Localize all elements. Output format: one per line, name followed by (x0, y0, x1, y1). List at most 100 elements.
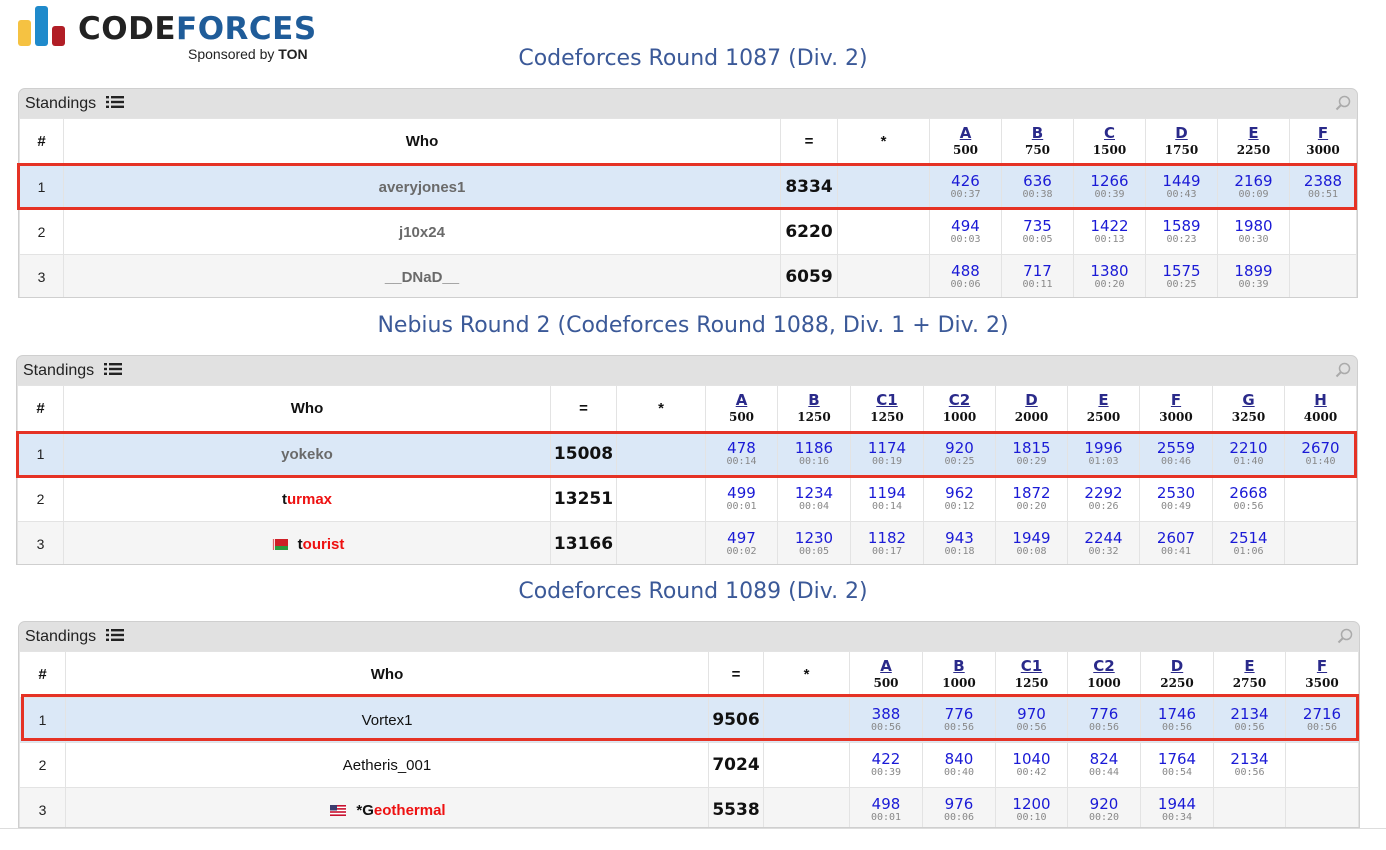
handle-link[interactable]: tourist (63, 521, 551, 564)
result-cell[interactable]: 1380 00:20 (1073, 254, 1146, 297)
result-cell[interactable]: 1575 00:25 (1145, 254, 1218, 297)
problem-header-e[interactable]: E 2500 (1067, 385, 1140, 432)
result-cell[interactable]: 1872 00:20 (995, 476, 1068, 522)
problem-header-b[interactable]: B 1250 (777, 385, 851, 432)
handle-link[interactable]: __DNaD__ (63, 254, 781, 297)
problem-header-d[interactable]: D 1750 (1145, 118, 1218, 165)
search-icon[interactable] (1337, 628, 1353, 644)
result-cell[interactable]: 1186 00:16 (777, 431, 851, 477)
handle-text[interactable]: yokeko (281, 446, 333, 463)
result-cell[interactable]: 976 00:06 (922, 787, 996, 827)
result-cell[interactable]: 478 00:14 (705, 431, 778, 477)
result-cell[interactable]: 824 00:44 (1067, 742, 1141, 788)
result-cell[interactable]: 494 00:03 (929, 209, 1002, 255)
search-icon[interactable] (1335, 95, 1351, 111)
problem-header-c2[interactable]: C2 1000 (923, 385, 996, 432)
result-cell[interactable]: 1200 00:10 (995, 787, 1068, 827)
result-cell[interactable]: 1182 00:17 (850, 521, 924, 564)
result-cell[interactable]: 717 00:11 (1001, 254, 1074, 297)
problem-header-a[interactable]: A 500 (849, 651, 923, 698)
problem-header-g[interactable]: G 3250 (1212, 385, 1285, 432)
problem-header-a[interactable]: A 500 (705, 385, 778, 432)
result-cell[interactable]: 1899 00:39 (1217, 254, 1290, 297)
result-cell[interactable]: 2530 00:49 (1139, 476, 1213, 522)
problem-header-b[interactable]: B 750 (1001, 118, 1074, 165)
result-cell[interactable]: 920 00:25 (923, 431, 996, 477)
problem-header-e[interactable]: E 2750 (1213, 651, 1286, 698)
problem-header-b[interactable]: B 1000 (922, 651, 996, 698)
result-cell[interactable]: 2134 00:56 (1213, 742, 1286, 788)
list-icon[interactable] (105, 628, 124, 642)
result-cell[interactable]: 962 00:12 (923, 476, 996, 522)
result-cell[interactable]: 1949 00:08 (995, 521, 1068, 564)
contest-title[interactable]: Codeforces Round 1089 (Div. 2) (0, 579, 1386, 604)
result-cell[interactable]: 1980 00:30 (1217, 209, 1290, 255)
result-cell[interactable]: 488 00:06 (929, 254, 1002, 297)
contest-title[interactable]: Codeforces Round 1087 (Div. 2) (0, 46, 1386, 71)
problem-header-f[interactable]: F 3000 (1289, 118, 1357, 165)
problem-header-c[interactable]: C 1500 (1073, 118, 1146, 165)
result-cell[interactable]: 1234 00:04 (777, 476, 851, 522)
result-cell[interactable]: 1944 00:34 (1140, 787, 1214, 827)
result-cell[interactable]: 422 00:39 (849, 742, 923, 788)
result-cell[interactable]: 840 00:40 (922, 742, 996, 788)
result-cell[interactable]: 1040 00:42 (995, 742, 1068, 788)
result-cell[interactable]: 2210 01:40 (1212, 431, 1285, 477)
problem-header-f[interactable]: F 3000 (1139, 385, 1213, 432)
handle-text[interactable]: averyjones1 (379, 179, 466, 196)
result-cell[interactable]: 2607 00:41 (1139, 521, 1213, 564)
result-cell[interactable]: 426 00:37 (929, 164, 1002, 210)
result-cell[interactable]: 1266 00:39 (1073, 164, 1146, 210)
result-cell[interactable]: 2388 00:51 (1289, 164, 1357, 210)
problem-header-d[interactable]: D 2000 (995, 385, 1068, 432)
search-icon[interactable] (1335, 362, 1351, 378)
result-cell[interactable]: 497 00:02 (705, 521, 778, 564)
result-cell[interactable]: 1449 00:43 (1145, 164, 1218, 210)
handle-link[interactable]: turmax (63, 476, 551, 522)
result-cell[interactable]: 2559 00:46 (1139, 431, 1213, 477)
result-cell[interactable]: 1996 01:03 (1067, 431, 1140, 477)
result-cell[interactable]: 2716 00:56 (1285, 697, 1359, 743)
problem-header-e[interactable]: E 2250 (1217, 118, 1290, 165)
result-cell[interactable]: 1174 00:19 (850, 431, 924, 477)
result-cell[interactable]: 735 00:05 (1001, 209, 1074, 255)
problem-header-c1[interactable]: C1 1250 (995, 651, 1068, 698)
problem-header-a[interactable]: A 500 (929, 118, 1002, 165)
handle-link[interactable]: Aetheris_001 (65, 742, 709, 788)
result-cell[interactable]: 2244 00:32 (1067, 521, 1140, 564)
result-cell[interactable]: 499 00:01 (705, 476, 778, 522)
handle-text[interactable]: *Geothermal (356, 802, 445, 819)
handle-link[interactable]: Vortex1 (65, 697, 709, 743)
handle-text[interactable]: Vortex1 (362, 712, 413, 729)
result-cell[interactable]: 388 00:56 (849, 697, 923, 743)
handle-text[interactable]: j10x24 (399, 224, 445, 241)
result-cell[interactable]: 1746 00:56 (1140, 697, 1214, 743)
handle-text[interactable]: __DNaD__ (385, 269, 459, 286)
result-cell[interactable]: 1589 00:23 (1145, 209, 1218, 255)
result-cell[interactable]: 776 00:56 (922, 697, 996, 743)
result-cell[interactable]: 776 00:56 (1067, 697, 1141, 743)
result-cell[interactable]: 943 00:18 (923, 521, 996, 564)
result-cell[interactable]: 2134 00:56 (1213, 697, 1286, 743)
handle-link[interactable]: averyjones1 (63, 164, 781, 210)
result-cell[interactable]: 1764 00:54 (1140, 742, 1214, 788)
result-cell[interactable]: 2514 01:06 (1212, 521, 1285, 564)
result-cell[interactable]: 636 00:38 (1001, 164, 1074, 210)
contest-title[interactable]: Nebius Round 2 (Codeforces Round 1088, D… (0, 313, 1386, 338)
result-cell[interactable]: 2670 01:40 (1284, 431, 1357, 477)
problem-header-c2[interactable]: C2 1000 (1067, 651, 1141, 698)
result-cell[interactable]: 2668 00:56 (1212, 476, 1285, 522)
result-cell[interactable]: 1194 00:14 (850, 476, 924, 522)
result-cell[interactable]: 920 00:20 (1067, 787, 1141, 827)
handle-link[interactable]: j10x24 (63, 209, 781, 255)
handle-text[interactable]: tourist (298, 536, 345, 553)
result-cell[interactable]: 970 00:56 (995, 697, 1068, 743)
problem-header-f[interactable]: F 3500 (1285, 651, 1359, 698)
handle-link[interactable]: *Geothermal (65, 787, 709, 827)
result-cell[interactable]: 2169 00:09 (1217, 164, 1290, 210)
problem-header-d[interactable]: D 2250 (1140, 651, 1214, 698)
handle-text[interactable]: Aetheris_001 (343, 757, 431, 774)
handle-link[interactable]: yokeko (63, 431, 551, 477)
problem-header-h[interactable]: H 4000 (1284, 385, 1357, 432)
list-icon[interactable] (105, 95, 124, 109)
